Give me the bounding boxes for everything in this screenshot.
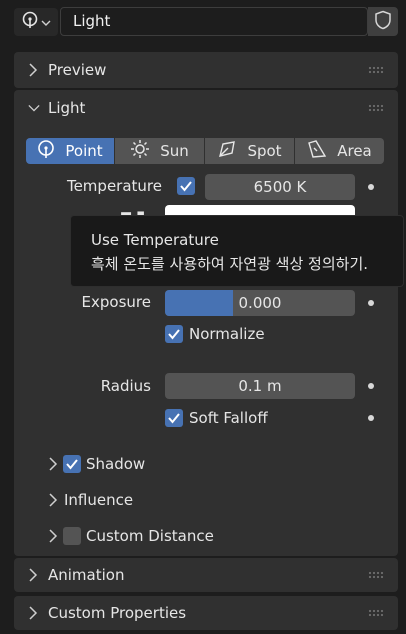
keyframe-dot-icon[interactable] [368,184,374,190]
custom-properties-panel[interactable]: Custom Properties [14,596,398,630]
spot-label: Spot [247,142,282,160]
light-panel-title: Light [48,99,86,117]
chevron-right-icon [28,63,40,77]
chevron-right-icon[interactable] [48,529,58,547]
shadow-subpanel-title[interactable]: Shadow [86,455,145,473]
custom-distance-checkbox[interactable] [63,527,81,545]
light-type-point-button[interactable]: Point [26,138,114,164]
exposure-label: Exposure [81,293,151,311]
keyframe-dot-icon[interactable] [368,383,374,389]
chevron-down-icon [28,103,40,113]
tooltip: Use Temperature 흑체 온도를 사용하여 자연광 색상 정의하기. [70,215,404,287]
fake-user-button[interactable] [368,7,398,36]
animation-panel-title: Animation [48,566,125,584]
checkmark-icon [66,459,78,470]
radius-label: Radius [100,377,151,395]
temperature-field[interactable]: 6500 K [205,174,355,200]
chevron-right-icon [28,606,40,620]
light-type-spot-button[interactable]: Spot [205,138,294,164]
area-light-icon [307,139,327,163]
keyframe-dot-icon[interactable] [368,300,374,306]
light-type-selector[interactable] [14,8,58,36]
soft-falloff-checkbox[interactable] [165,409,183,427]
drag-handle-icon[interactable] [368,609,384,617]
light-name-field[interactable]: Light [60,7,368,36]
exposure-field[interactable]: 0.000 [165,290,355,316]
tooltip-title: Use Temperature [91,231,219,249]
spot-light-icon [217,139,237,163]
normalize-checkbox[interactable] [165,325,183,343]
drag-handle-icon[interactable] [368,66,384,74]
light-panel-header[interactable]: Light [14,90,398,126]
animation-panel[interactable]: Animation [14,558,398,592]
normalize-label: Normalize [189,325,265,343]
area-label: Area [337,142,372,160]
shield-icon [374,10,392,34]
influence-subpanel-title[interactable]: Influence [64,491,133,509]
use-temperature-checkbox[interactable] [177,177,195,195]
exposure-value: 0.000 [238,294,282,312]
custom-properties-panel-title: Custom Properties [48,604,187,622]
light-bulb-icon [21,11,39,33]
drag-handle-icon[interactable] [368,571,384,579]
preview-panel[interactable]: Preview [14,52,398,88]
light-type-area-button[interactable]: Area [295,138,384,164]
sun-icon [130,139,150,163]
temperature-label: Temperature [66,177,162,195]
shadow-checkbox[interactable] [63,455,81,473]
chevron-right-icon [28,568,40,582]
exposure-slider-fill [165,290,233,316]
preview-panel-title: Preview [48,61,107,79]
soft-falloff-label: Soft Falloff [189,409,268,427]
drag-handle-icon[interactable] [368,104,384,112]
checkmark-icon [180,181,192,192]
radius-field[interactable]: 0.1 m [165,373,355,399]
sun-label: Sun [160,142,189,160]
tooltip-description: 흑체 온도를 사용하여 자연광 색상 정의하기. [91,255,369,273]
custom-distance-subpanel-title[interactable]: Custom Distance [86,527,214,545]
light-type-sun-button[interactable]: Sun [115,138,204,164]
checkmark-icon [168,329,180,340]
chevron-right-icon[interactable] [48,457,58,475]
point-label: Point [65,142,103,160]
chevron-down-icon [41,13,51,31]
point-light-icon [37,139,55,163]
checkmark-icon [168,413,180,424]
chevron-right-icon[interactable] [48,493,58,511]
keyframe-dot-icon[interactable] [368,415,374,421]
